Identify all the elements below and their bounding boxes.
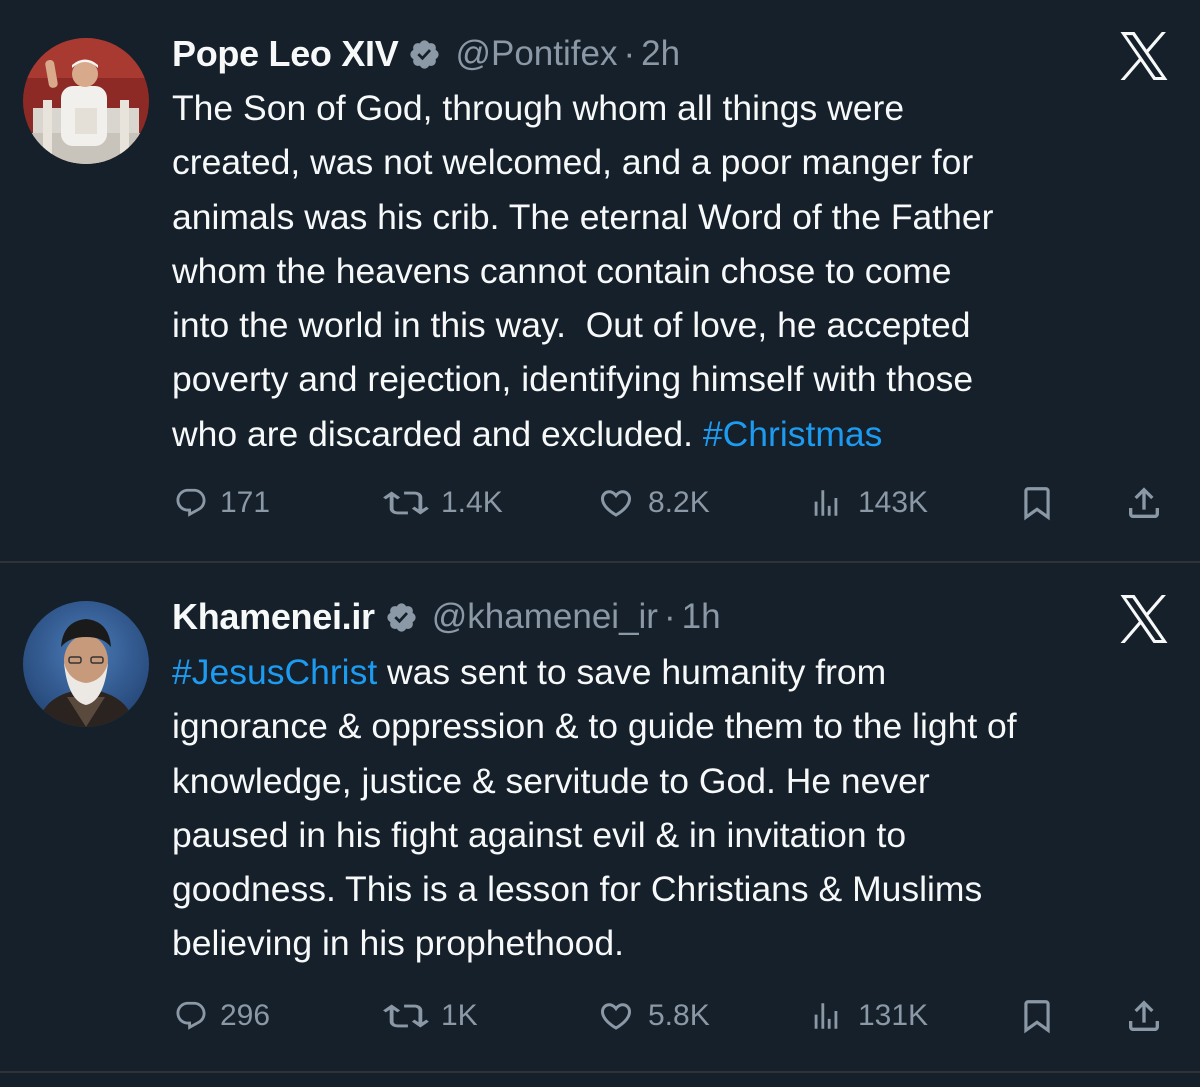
verified-badge-icon: [385, 601, 418, 634]
hashtag-link[interactable]: #Christmas: [703, 414, 883, 454]
tweet-text-line: poverty and rejection, identifying himse…: [172, 359, 974, 400]
tweet-text-line: goodness. This is a lesson for Christian…: [172, 869, 983, 910]
share-button[interactable]: [1124, 478, 1164, 528]
tweet-khamenei[interactable]: Khamenei.ir @khamenei_ir · 1h #JesusChri…: [0, 563, 1200, 1071]
tweet-header: Pope Leo XIV @Pontifex · 2h: [172, 30, 680, 78]
x-logo-icon: [1118, 595, 1170, 643]
reply-button[interactable]: 296: [174, 991, 270, 1041]
tweet-text-fragment: was sent to save humanity from: [377, 652, 887, 692]
tweet-text-line: ignorance & oppression & to guide them t…: [172, 706, 1017, 747]
reply-button[interactable]: 171: [174, 478, 270, 528]
tweet-text-line: The Son of God, through whom all things …: [172, 88, 905, 128]
tweet-divider: [0, 1071, 1200, 1073]
tweet-text-line: paused in his fight against evil & in in…: [172, 814, 907, 855]
bookmark-icon: [1024, 1000, 1050, 1034]
share-button[interactable]: [1124, 991, 1164, 1041]
tweet-text-fragment: who are discarded and excluded.: [172, 413, 703, 454]
handle[interactable]: @khamenei_ir: [432, 597, 658, 637]
avatar[interactable]: [23, 601, 149, 727]
views-count: 131K: [858, 999, 929, 1032]
like-icon: [600, 490, 632, 517]
views-button[interactable]: 143K: [806, 478, 928, 528]
like-button[interactable]: 5.8K: [596, 991, 710, 1041]
repost-button[interactable]: 1.4K: [383, 478, 503, 528]
tweet-text: #JesusChrist was sent to save humanity f…: [172, 645, 1192, 971]
views-icon: [814, 1003, 838, 1029]
share-icon: [1129, 487, 1159, 518]
action-bar: 171 1.4K 8.2K 143K: [0, 478, 1200, 528]
separator-dot: ·: [623, 34, 636, 73]
like-count: 5.8K: [648, 999, 710, 1032]
tweet-text: The Son of God, through whom all things …: [172, 81, 1182, 461]
avatar-pope-image: [23, 38, 149, 164]
reply-icon: [176, 488, 206, 517]
reply-icon: [176, 1001, 206, 1030]
repost-button[interactable]: 1K: [383, 991, 478, 1041]
hashtag-link[interactable]: #JesusChrist: [172, 652, 377, 692]
repost-count: 1.4K: [441, 486, 503, 519]
verified-badge-icon: [408, 38, 441, 71]
views-button[interactable]: 131K: [806, 991, 928, 1041]
timestamp[interactable]: 1h: [682, 597, 721, 637]
x-logo-icon: [1118, 32, 1170, 80]
repost-count: 1K: [441, 999, 478, 1032]
views-count: 143K: [858, 486, 929, 519]
share-icon: [1129, 1000, 1159, 1031]
avatar-khamenei-image: [23, 601, 149, 727]
tweet-header: Khamenei.ir @khamenei_ir · 1h: [172, 593, 721, 641]
like-button[interactable]: 8.2K: [596, 478, 710, 528]
display-name[interactable]: Pope Leo XIV: [172, 33, 399, 75]
tweet-text-line: whom the heavens cannot contain chose to…: [172, 250, 952, 291]
bookmark-button[interactable]: [1018, 991, 1056, 1041]
bookmark-icon: [1024, 487, 1050, 521]
avatar[interactable]: [23, 38, 149, 164]
bookmark-button[interactable]: [1018, 478, 1056, 528]
timestamp[interactable]: 2h: [641, 34, 680, 74]
reply-count: 171: [220, 486, 271, 519]
tweet-pontifex[interactable]: Pope Leo XIV @Pontifex · 2h The Son of G…: [0, 0, 1200, 562]
tweet-text-line: into the world in this way. Out of love,…: [172, 305, 971, 346]
like-count: 8.2K: [648, 486, 710, 519]
tweet-text-line: knowledge, justice & servitude to God. H…: [172, 760, 930, 801]
tweet-text-line: animals was his crib. The eternal Word o…: [172, 196, 994, 237]
display-name[interactable]: Khamenei.ir: [172, 596, 375, 638]
handle[interactable]: @Pontifex: [455, 34, 617, 74]
like-icon: [600, 1003, 632, 1030]
separator-dot: ·: [663, 597, 676, 636]
tweet-text-line: created, was not welcomed, and a poor ma…: [172, 142, 974, 183]
tweet-text-line-first: #JesusChrist was sent to save humanity f…: [172, 645, 1192, 699]
action-bar: 296 1K 5.8K 131K: [0, 991, 1200, 1041]
reply-count: 296: [220, 999, 271, 1032]
repost-icon: [383, 491, 429, 515]
tweet-text-line-last: who are discarded and excluded. #Christm…: [172, 407, 1182, 461]
repost-icon: [383, 1004, 429, 1028]
views-icon: [814, 490, 838, 516]
tweet-text-line: believing in his prophethood.: [172, 923, 624, 964]
